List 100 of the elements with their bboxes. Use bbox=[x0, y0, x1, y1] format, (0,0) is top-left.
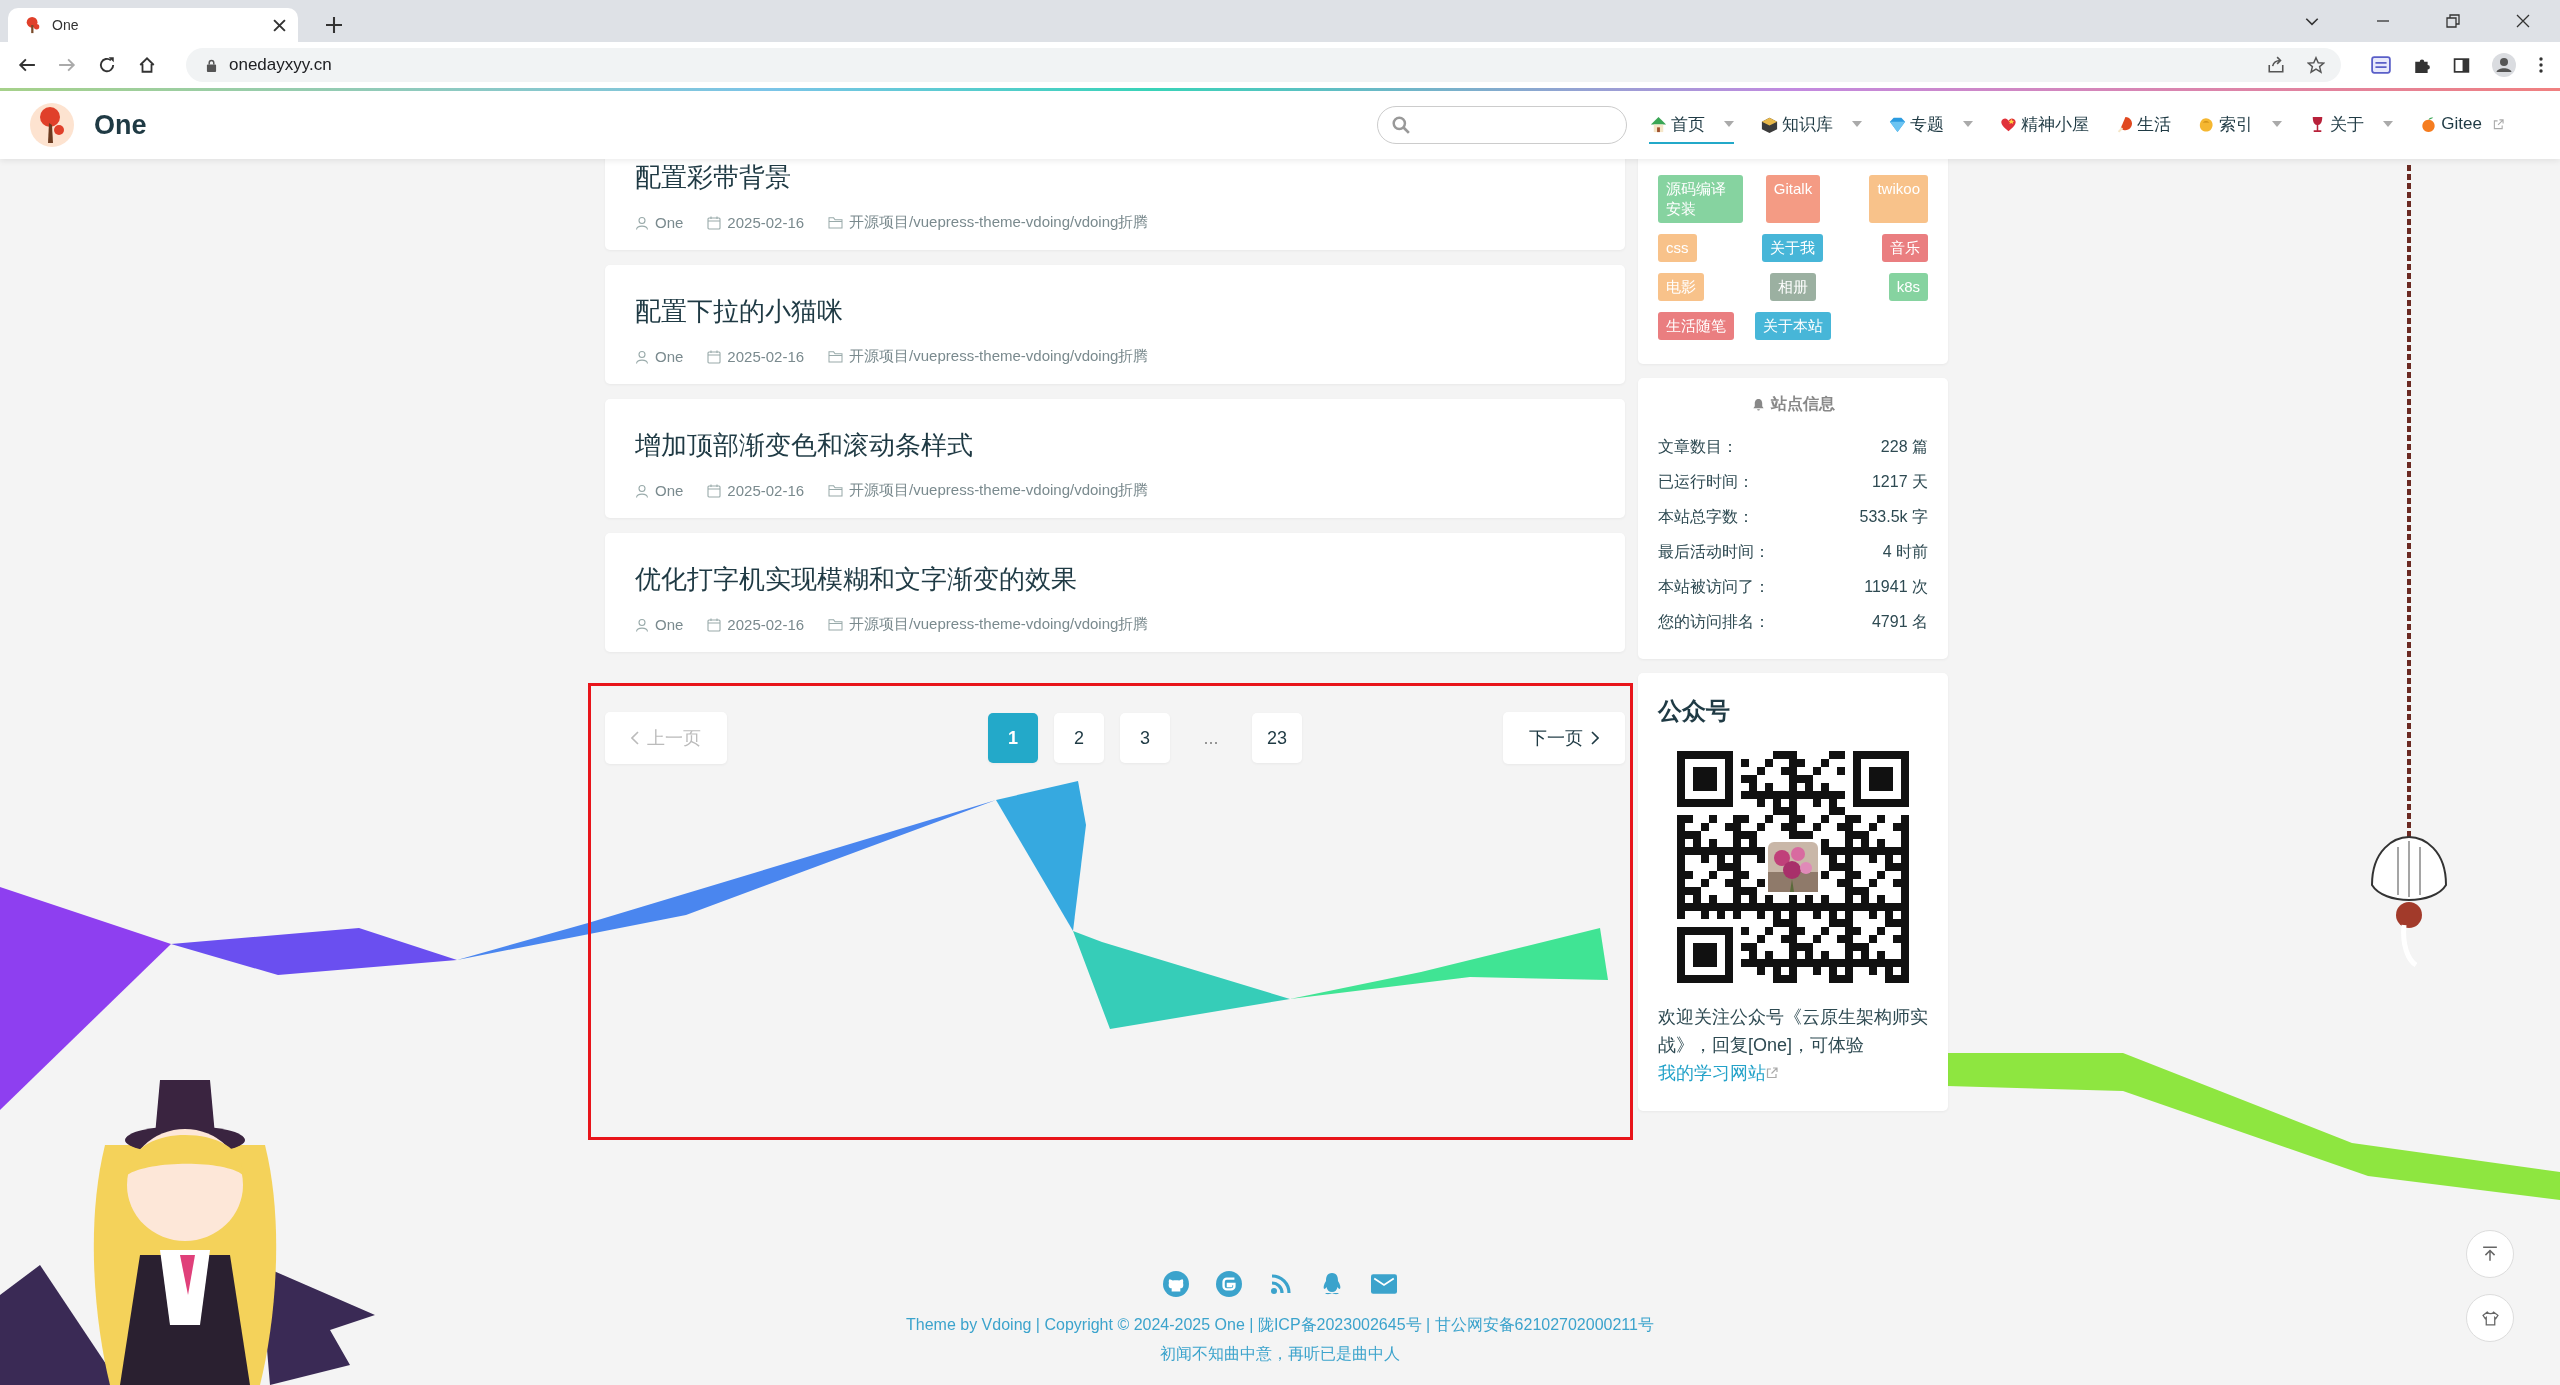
page-button[interactable]: 3 bbox=[1120, 713, 1170, 763]
tag[interactable]: 关于我 bbox=[1762, 234, 1824, 262]
post-author[interactable]: One bbox=[655, 482, 684, 499]
tree-logo-icon[interactable] bbox=[30, 103, 74, 147]
side-panel-icon[interactable] bbox=[2453, 56, 2470, 74]
folder-icon bbox=[828, 216, 844, 229]
post-title[interactable]: 配置彩带背景 bbox=[635, 159, 1595, 195]
post-date: 2025-02-16 bbox=[727, 214, 805, 231]
caret-icon bbox=[1852, 121, 1863, 127]
close-icon[interactable] bbox=[2516, 14, 2530, 28]
share-icon[interactable] bbox=[2267, 56, 2285, 74]
person-icon bbox=[635, 617, 649, 632]
calendar-icon bbox=[707, 215, 722, 230]
post-title[interactable]: 配置下拉的小猫咪 bbox=[635, 293, 1595, 329]
person-icon bbox=[635, 349, 649, 364]
post-author[interactable]: One bbox=[655, 348, 684, 365]
info-value: 4791 名 bbox=[1871, 612, 1928, 632]
back-to-top-button[interactable] bbox=[2466, 1230, 2514, 1278]
external-link-icon bbox=[1766, 1067, 1778, 1079]
folder-icon bbox=[828, 484, 844, 497]
caret-icon bbox=[2383, 121, 2394, 127]
post-category[interactable]: 开源项目/vuepress-theme-vdoing/vdoing折腾 bbox=[849, 481, 1149, 500]
reload-icon[interactable] bbox=[98, 56, 116, 74]
gitee-icon[interactable] bbox=[1216, 1271, 1242, 1297]
tree-icon bbox=[24, 16, 42, 34]
info-value: 228 篇 bbox=[1880, 437, 1928, 457]
house-icon bbox=[1649, 114, 1669, 134]
nav-link[interactable]: 精神小屋 bbox=[1999, 106, 2090, 144]
post-author[interactable]: One bbox=[655, 616, 684, 633]
calendar-icon bbox=[707, 349, 722, 364]
person-icon bbox=[635, 215, 649, 230]
profile-icon[interactable] bbox=[2492, 53, 2516, 77]
info-label: 本站总字数： bbox=[1658, 507, 1754, 527]
info-label: 文章数目： bbox=[1658, 437, 1738, 457]
nav-link[interactable]: 索引 bbox=[2197, 106, 2283, 144]
rss-icon[interactable] bbox=[1269, 1272, 1293, 1296]
chevron-right-icon bbox=[1591, 731, 1599, 745]
info-value: 533.5k 字 bbox=[1859, 507, 1928, 527]
footer-copyright: Theme by Vdoing | Copyright © 2024-2025 One | 陇ICP备2023002645号 | 甘公网安备62102702000211号 bbox=[906, 1315, 1654, 1335]
tag[interactable]: 关于本站 bbox=[1755, 312, 1831, 340]
github-icon[interactable] bbox=[1163, 1271, 1189, 1297]
theme-button[interactable] bbox=[2466, 1294, 2514, 1342]
site-title[interactable]: One bbox=[94, 109, 147, 141]
calendar-icon bbox=[707, 483, 722, 498]
lock-icon bbox=[206, 58, 217, 72]
tag[interactable]: 音乐 bbox=[1882, 234, 1928, 262]
post-category[interactable]: 开源项目/vuepress-theme-vdoing/vdoing折腾 bbox=[849, 213, 1149, 232]
page-button[interactable]: 1 bbox=[988, 713, 1038, 763]
new-tab-icon[interactable] bbox=[326, 17, 342, 33]
footer-motto: 初闻不知曲中意，再听已是曲中人 bbox=[1160, 1344, 1400, 1364]
folder-icon bbox=[828, 618, 844, 631]
tag[interactable]: 相册 bbox=[1770, 273, 1816, 301]
caret-icon bbox=[2272, 121, 2283, 127]
mail-icon[interactable] bbox=[1371, 1273, 1397, 1295]
page-button[interactable]: 2 bbox=[1054, 713, 1104, 763]
tag[interactable]: 生活随笔 bbox=[1658, 312, 1734, 340]
restore-icon[interactable] bbox=[2446, 14, 2460, 28]
page-button[interactable]: 23 bbox=[1252, 713, 1302, 763]
chevron-left-icon bbox=[631, 731, 639, 745]
info-label: 您的访问排名： bbox=[1658, 612, 1770, 632]
close-icon[interactable] bbox=[273, 18, 286, 32]
info-value: 4 时前 bbox=[1882, 542, 1928, 562]
info-value: 11941 次 bbox=[1864, 577, 1928, 597]
address-bar[interactable]: onedayxyy.cn bbox=[186, 48, 2341, 82]
next-page-button[interactable]: 下一页 bbox=[1503, 712, 1625, 764]
folder-icon bbox=[828, 350, 844, 363]
info-label: 最后活动时间： bbox=[1658, 542, 1770, 562]
pagination-ellipsis: ... bbox=[1202, 727, 1220, 749]
nav-link[interactable]: 生活 bbox=[2115, 106, 2172, 144]
info-label: 已运行时间： bbox=[1658, 472, 1754, 492]
caret-icon bbox=[1963, 121, 1974, 127]
nav-link[interactable]: 关于 bbox=[2308, 106, 2394, 144]
post-title[interactable]: 增加顶部渐变色和滚动条样式 bbox=[635, 427, 1595, 463]
menu-icon[interactable] bbox=[2538, 56, 2544, 74]
post-author[interactable]: One bbox=[655, 214, 684, 231]
post-date: 2025-02-16 bbox=[727, 616, 805, 633]
tag[interactable]: Gitalk bbox=[1765, 175, 1821, 223]
nav-link[interactable]: 知识库 bbox=[1760, 106, 1863, 144]
home-icon[interactable] bbox=[138, 56, 156, 74]
post-category[interactable]: 开源项目/vuepress-theme-vdoing/vdoing折腾 bbox=[849, 347, 1149, 366]
external-link-icon bbox=[2493, 118, 2504, 130]
site-link[interactable]: 我的学习网站 bbox=[1658, 1063, 1778, 1083]
url-text: onedayxyy.cn bbox=[229, 55, 332, 75]
person-icon bbox=[635, 483, 649, 498]
nav-link[interactable]: 首页 bbox=[1649, 106, 1735, 144]
star-icon[interactable] bbox=[2307, 56, 2325, 74]
bell-icon bbox=[1751, 398, 1765, 411]
post-title[interactable]: 优化打字机实现模糊和文字渐变的效果 bbox=[635, 561, 1595, 597]
arrow-up-icon bbox=[2482, 1246, 2498, 1262]
reader-icon[interactable] bbox=[2371, 55, 2391, 75]
post-date: 2025-02-16 bbox=[727, 348, 805, 365]
site-info-title: 站点信息 bbox=[1770, 394, 1835, 414]
nav-link[interactable]: 专题 bbox=[1888, 106, 1974, 144]
drumstick-icon bbox=[2115, 114, 2135, 134]
info-value: 1217 天 bbox=[1871, 472, 1928, 492]
calendar-icon bbox=[707, 617, 722, 632]
back-icon[interactable] bbox=[18, 56, 36, 74]
browser-tab[interactable]: One bbox=[8, 8, 298, 42]
nav-link[interactable]: Gitee bbox=[2419, 108, 2504, 142]
post-category[interactable]: 开源项目/vuepress-theme-vdoing/vdoing折腾 bbox=[849, 615, 1149, 634]
